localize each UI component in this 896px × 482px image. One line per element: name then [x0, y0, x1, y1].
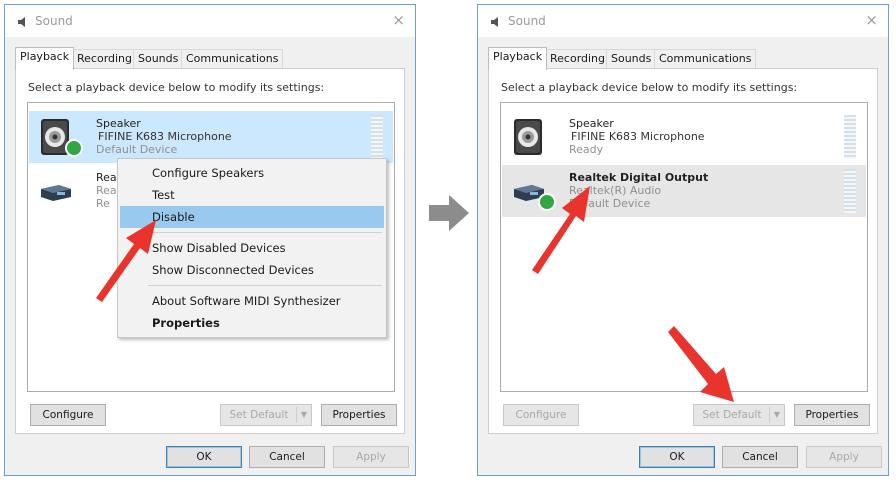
- tab-playback[interactable]: Playback: [15, 47, 75, 70]
- menu-item-about-midi[interactable]: About Software MIDI Synthesizer: [120, 290, 384, 312]
- checkmark-icon: ✔: [130, 241, 141, 255]
- transition-arrow-icon: [429, 195, 469, 231]
- ok-button[interactable]: OK: [166, 446, 242, 468]
- tab-communications[interactable]: Communications: [654, 49, 757, 69]
- cancel-button[interactable]: Cancel: [249, 446, 325, 468]
- apply-button: Apply: [333, 446, 409, 468]
- default-check-icon: [65, 139, 83, 157]
- chevron-down-icon: ▼: [296, 407, 311, 423]
- digital-output-icon: [41, 185, 71, 201]
- device-name: Rea: [96, 171, 117, 184]
- tab-sounds[interactable]: Sounds: [606, 49, 657, 69]
- window-title: Sound: [35, 14, 73, 28]
- menu-item-show-disabled[interactable]: ✔ Show Disabled Devices: [120, 237, 384, 259]
- set-default-label: Set Default: [229, 409, 289, 421]
- close-icon[interactable]: ×: [865, 11, 878, 29]
- device-item-speaker[interactable]: Speaker FIFINE K683 Microphone Ready: [502, 111, 866, 163]
- properties-button[interactable]: Properties: [794, 404, 870, 426]
- tab-playback[interactable]: Playback: [488, 47, 548, 70]
- apply-button: Apply: [806, 446, 882, 468]
- menu-separator: [148, 285, 382, 286]
- device-list[interactable]: Speaker FIFINE K683 Microphone Ready Rea…: [500, 102, 868, 392]
- tab-recording[interactable]: Recording: [72, 49, 138, 69]
- device-name: Realtek Digital Output: [569, 171, 709, 184]
- device-status: Default Device: [96, 143, 178, 156]
- device-name: Speaker: [96, 117, 141, 130]
- device-item-realtek[interactable]: Realtek Digital Output Realtek(R) Audio …: [502, 165, 866, 217]
- context-menu: Configure Speakers Test Disable ✔ Show D…: [117, 158, 387, 338]
- ok-button[interactable]: OK: [639, 446, 715, 468]
- chevron-down-icon: ▼: [769, 407, 784, 423]
- menu-item-properties[interactable]: Properties: [120, 312, 384, 334]
- configure-button: Configure: [503, 404, 579, 426]
- device-subtitle: Rea: [96, 184, 117, 197]
- instruction-text: Select a playback device below to modify…: [501, 81, 798, 94]
- cancel-button[interactable]: Cancel: [722, 446, 798, 468]
- device-subtitle: FIFINE K683 Microphone: [98, 130, 232, 143]
- device-subtitle: Realtek(R) Audio: [569, 184, 662, 197]
- level-meter: [844, 169, 856, 213]
- window-title: Sound: [508, 14, 546, 28]
- device-subtitle: FIFINE K683 Microphone: [571, 130, 705, 143]
- menu-item-configure-speakers[interactable]: Configure Speakers: [120, 162, 384, 184]
- configure-button[interactable]: Configure: [30, 404, 106, 426]
- instruction-text: Select a playback device below to modify…: [28, 81, 325, 94]
- device-item-speaker[interactable]: Speaker FIFINE K683 Microphone Default D…: [29, 111, 393, 163]
- title-bar: Sound ×: [478, 5, 888, 37]
- menu-item-label: Show Disabled Devices: [152, 241, 286, 255]
- device-status: Default Device: [569, 197, 651, 210]
- speaker-app-icon: [18, 17, 25, 27]
- sound-dialog-after: Sound × Playback Recording Sounds Commun…: [477, 4, 889, 476]
- title-bar: Sound ×: [5, 5, 415, 37]
- device-name: Speaker: [569, 117, 614, 130]
- properties-button[interactable]: Properties: [321, 404, 397, 426]
- menu-item-test[interactable]: Test: [120, 184, 384, 206]
- sound-dialog-before: Sound × Playback Recording Sounds Commun…: [4, 4, 416, 476]
- tab-recording[interactable]: Recording: [545, 49, 611, 69]
- tab-communications[interactable]: Communications: [181, 49, 284, 69]
- close-icon[interactable]: ×: [392, 11, 405, 29]
- speaker-icon: [514, 119, 542, 155]
- menu-item-show-disconnected[interactable]: Show Disconnected Devices: [120, 259, 384, 281]
- level-meter: [371, 115, 383, 159]
- set-default-button: Set Default ▼: [693, 404, 785, 426]
- set-default-label: Set Default: [702, 409, 762, 421]
- device-status: Re: [96, 197, 110, 210]
- speaker-app-icon: [491, 17, 498, 27]
- playback-panel: Select a playback device below to modify…: [488, 68, 878, 434]
- set-default-button: Set Default ▼: [220, 404, 312, 426]
- default-check-icon: [538, 193, 556, 211]
- tab-sounds[interactable]: Sounds: [133, 49, 184, 69]
- menu-separator: [148, 232, 382, 233]
- menu-item-disable[interactable]: Disable: [120, 206, 384, 228]
- device-status: Ready: [569, 143, 604, 156]
- level-meter: [844, 115, 856, 159]
